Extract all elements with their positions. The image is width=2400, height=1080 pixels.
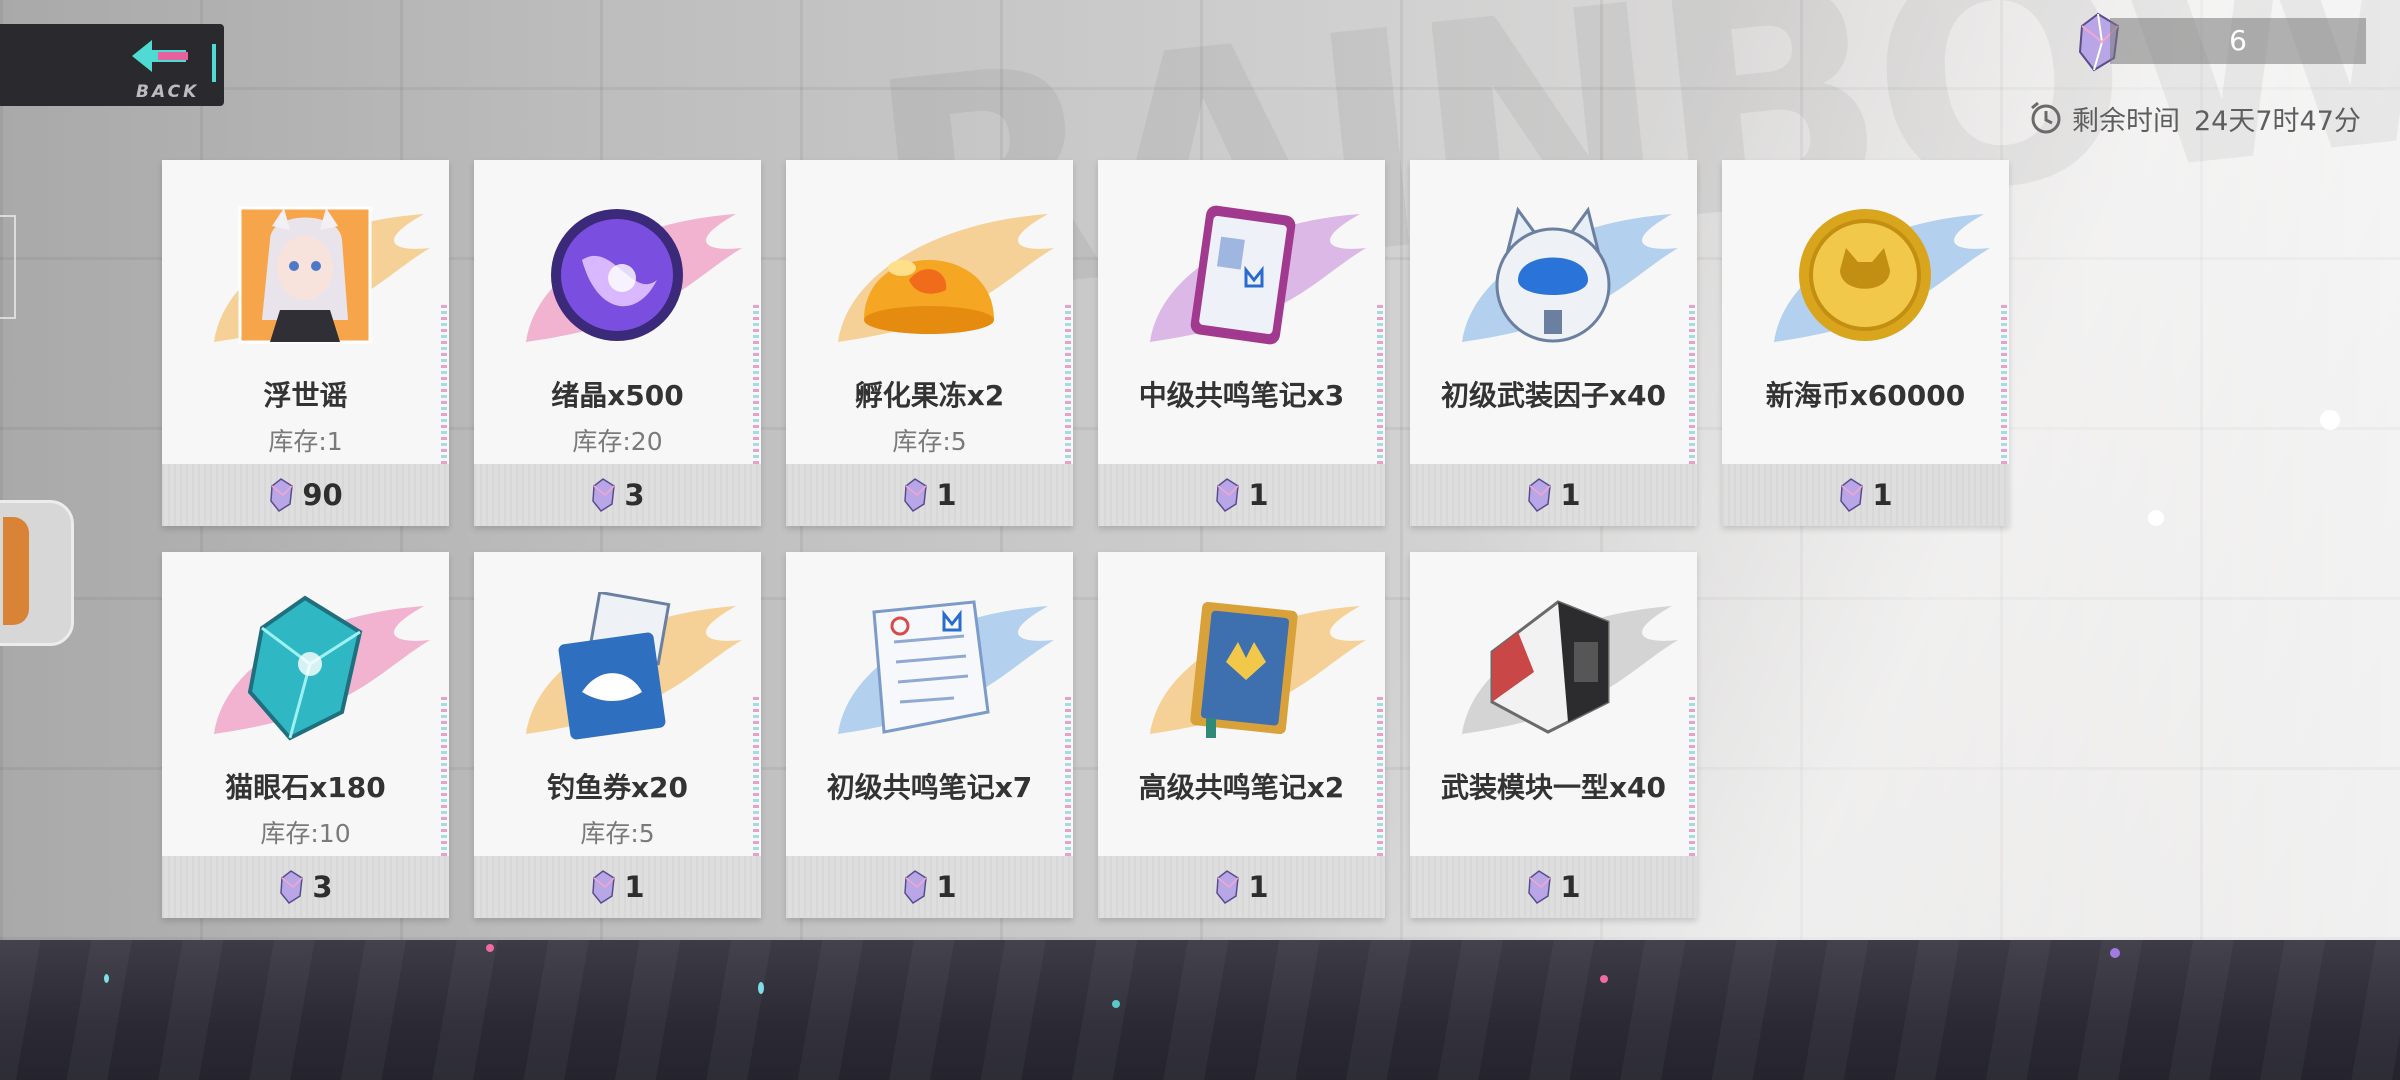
price-bar: 1 xyxy=(1098,856,1385,918)
gold-coin-icon xyxy=(1799,209,1931,341)
sparkle xyxy=(104,974,109,983)
item-price: 90 xyxy=(302,478,343,512)
price-bar: 1 xyxy=(786,464,1073,526)
edge-tab-outline xyxy=(0,215,16,319)
sparkle xyxy=(1600,975,1608,983)
shop-item-card[interactable]: 浮世谣 库存:1 90 xyxy=(162,160,449,526)
price-bar: 3 xyxy=(474,464,761,526)
item-name: 浮世谣 xyxy=(263,379,348,412)
item-name: 绪晶x500 xyxy=(551,379,684,412)
price-bar: 1 xyxy=(1410,464,1697,526)
price-bar: 1 xyxy=(1722,464,2009,526)
purple-orb-icon xyxy=(551,209,683,341)
back-label: BACK xyxy=(136,82,200,102)
item-price: 1 xyxy=(1560,870,1581,904)
price-bar: 3 xyxy=(162,856,449,918)
back-arrow-icon xyxy=(132,40,188,72)
footer-band xyxy=(0,940,2400,1080)
price-bar: 1 xyxy=(474,856,761,918)
sparkle xyxy=(758,982,764,994)
back-divider xyxy=(212,44,216,82)
item-stock: 库存:5 xyxy=(892,427,967,456)
fishing-ticket-icon xyxy=(558,592,671,740)
item-price: 1 xyxy=(936,478,957,512)
item-price: 1 xyxy=(624,870,645,904)
sparkle xyxy=(1112,1000,1120,1008)
side-tab-icon xyxy=(3,517,29,625)
item-name: 武装模块一型x40 xyxy=(1440,771,1667,804)
crystal-icon xyxy=(280,870,304,904)
sparkle xyxy=(2148,510,2164,526)
item-name: 中级共鸣笔记x3 xyxy=(1138,379,1345,412)
item-name: 初级共鸣笔记x7 xyxy=(826,771,1033,804)
crystal-icon xyxy=(592,870,616,904)
cat-helmet-icon xyxy=(1495,206,1611,343)
armor-module-icon xyxy=(1490,600,1610,734)
item-stock: 库存:20 xyxy=(572,427,663,456)
item-stock: 库存:1 xyxy=(268,427,343,456)
item-price: 3 xyxy=(624,478,645,512)
sparkle xyxy=(486,944,494,952)
price-bar: 1 xyxy=(786,856,1073,918)
gold-book-icon xyxy=(1190,601,1298,738)
shop-item-card[interactable]: 猫眼石x180 库存:10 3 xyxy=(162,552,449,918)
item-name: 高级共鸣笔记x2 xyxy=(1138,771,1345,804)
shop-item-card[interactable]: 武装模块一型x40 1 xyxy=(1410,552,1697,918)
crystal-icon xyxy=(904,870,928,904)
item-price: 3 xyxy=(312,870,333,904)
back-button[interactable]: BACK xyxy=(0,24,224,106)
tablet-notes-icon xyxy=(1190,205,1296,345)
item-price: 1 xyxy=(1248,478,1269,512)
item-price: 1 xyxy=(936,870,957,904)
crystal-icon xyxy=(1216,870,1240,904)
shop-item-card[interactable]: 高级共鸣笔记x2 1 xyxy=(1098,552,1385,918)
price-bar: 90 xyxy=(162,464,449,526)
item-price: 1 xyxy=(1560,478,1581,512)
crystal-icon xyxy=(592,478,616,512)
crystal-icon xyxy=(270,478,294,512)
clock-icon xyxy=(2031,101,2061,134)
item-name: 钓鱼券x20 xyxy=(546,771,689,804)
timer-label: 剩余时间 xyxy=(2072,105,2180,137)
crystal-icon xyxy=(1216,478,1240,512)
item-price: 1 xyxy=(1248,870,1269,904)
item-name: 初级武装因子x40 xyxy=(1440,379,1667,412)
shop-item-card[interactable]: 新海币x60000 1 xyxy=(1722,160,2009,526)
price-bar: 1 xyxy=(1410,856,1697,918)
item-price: 1 xyxy=(1872,478,1893,512)
orange-jelly-icon xyxy=(864,260,994,334)
price-bar: 1 xyxy=(1098,464,1385,526)
shop-item-card[interactable]: 绪晶x500 库存:20 3 xyxy=(474,160,761,526)
cyan-gem-icon xyxy=(247,595,363,741)
item-name: 猫眼石x180 xyxy=(225,771,386,804)
shop-item-card[interactable]: 初级共鸣笔记x7 1 xyxy=(786,552,1073,918)
crystal-icon xyxy=(904,478,928,512)
sparkle xyxy=(2110,948,2120,958)
shop-item-card[interactable]: 孵化果冻x2 库存:5 1 xyxy=(786,160,1073,526)
currency-value: 6 xyxy=(2229,24,2247,57)
currency-bar: 6 xyxy=(2110,18,2366,64)
shop-item-card[interactable]: 中级共鸣笔记x3 1 xyxy=(1098,160,1385,526)
sparkle xyxy=(2320,410,2340,430)
crystal-icon xyxy=(1840,478,1864,512)
crystal-icon xyxy=(1528,478,1552,512)
item-name: 新海币x60000 xyxy=(1765,379,1966,412)
shop-item-card[interactable]: 初级武装因子x40 1 xyxy=(1410,160,1697,526)
item-stock: 库存:5 xyxy=(580,819,655,848)
shop-item-card[interactable]: 钓鱼券x20 库存:5 1 xyxy=(474,552,761,918)
timer-value: 24天7时47分 xyxy=(2194,105,2361,137)
item-name: 孵化果冻x2 xyxy=(854,379,1005,412)
side-tab[interactable] xyxy=(0,500,74,646)
item-stock: 库存:10 xyxy=(260,819,351,848)
paper-notes-icon xyxy=(872,600,990,734)
crystal-icon xyxy=(1528,870,1552,904)
remaining-time: 剩余时间 24天7时47分 xyxy=(2028,98,2361,138)
character-portrait-icon xyxy=(238,206,372,344)
